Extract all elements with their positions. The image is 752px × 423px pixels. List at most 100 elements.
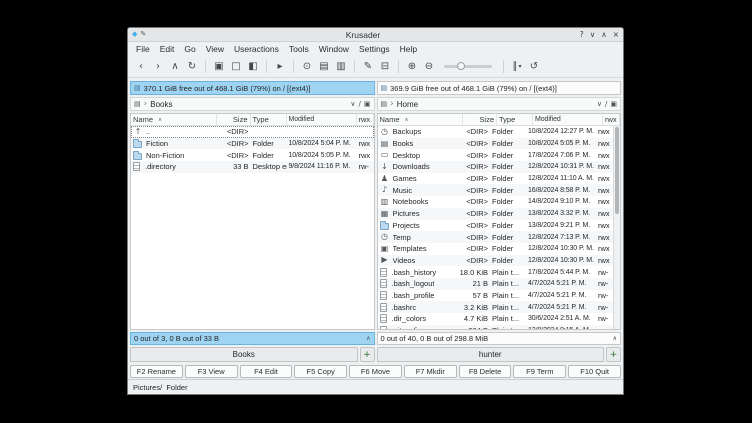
file-row[interactable]: .bashrc3.2 KiBPlain t...4/7/2024 5:21 P.… bbox=[378, 301, 614, 313]
new-tab-button[interactable] bbox=[606, 347, 621, 362]
copy-icon[interactable]: ▤ bbox=[316, 58, 332, 75]
menu-settings[interactable]: Settings bbox=[354, 44, 395, 54]
column-header-size[interactable]: Size bbox=[217, 114, 251, 125]
left-info-bar[interactable]: 370.1 GiB free out of 468.1 GiB (79%) on… bbox=[130, 81, 375, 95]
file-row[interactable]: .bash_logout21 BPlain t...4/7/2024 5:21 … bbox=[378, 278, 614, 290]
f6-button[interactable]: F6 Move bbox=[349, 365, 402, 378]
trash-icon[interactable]: ⊟ bbox=[377, 58, 393, 75]
file-row[interactable]: Non-Fiction<DIR>Folder10/8/2024 5:05 P. … bbox=[131, 149, 374, 161]
new-tab-button[interactable] bbox=[360, 347, 375, 362]
column-header-type[interactable]: Type bbox=[497, 114, 533, 125]
column-header-size[interactable]: Size bbox=[463, 114, 497, 125]
menu-go[interactable]: Go bbox=[179, 44, 200, 54]
slider-thumb[interactable] bbox=[457, 62, 465, 70]
file-row[interactable]: ▶Videos<DIR>Folder12/8/2024 10:30 P. M.r… bbox=[378, 255, 614, 267]
menu-useractions[interactable]: Useractions bbox=[229, 44, 284, 54]
file-name-cell: .dir_colors bbox=[378, 314, 457, 323]
column-header-rwx[interactable]: rwx bbox=[603, 114, 620, 125]
select-group-icon[interactable]: ▣ bbox=[211, 58, 227, 75]
zoom-out-icon[interactable]: ⊖ bbox=[421, 58, 437, 75]
f2-button[interactable]: F2 Rename bbox=[130, 365, 183, 378]
history-dropdown-icon[interactable] bbox=[350, 101, 355, 108]
pointer-icon[interactable]: ▸ bbox=[272, 58, 288, 75]
column-header-modified[interactable]: Modified bbox=[533, 114, 603, 125]
close-button[interactable]: × bbox=[613, 30, 619, 39]
file-rwx: rwx bbox=[596, 186, 613, 195]
file-row[interactable]: .dir_colors4.7 KiBPlain t...30/6/2024 2:… bbox=[378, 313, 614, 325]
menu-view[interactable]: View bbox=[201, 44, 229, 54]
totals-caret-icon[interactable] bbox=[613, 335, 617, 342]
tab-hunter[interactable]: hunter bbox=[377, 347, 605, 362]
column-header-rwx[interactable]: rwx bbox=[357, 114, 374, 125]
file-row[interactable]: Projects<DIR>Folder13/8/2024 9:21 P. M.r… bbox=[378, 220, 614, 232]
f5-button[interactable]: F5 Copy bbox=[294, 365, 347, 378]
file-row[interactable]: ▦Pictures<DIR>Folder13/8/2024 3:32 P. M.… bbox=[378, 208, 614, 220]
panel-popup-icon[interactable] bbox=[364, 101, 371, 108]
f8-button[interactable]: F8 Delete bbox=[459, 365, 512, 378]
find-icon[interactable]: ⊙ bbox=[299, 58, 315, 75]
file-type: Folder bbox=[490, 233, 526, 242]
duplicate-icon[interactable]: ▥ bbox=[333, 58, 349, 75]
scrollbar[interactable] bbox=[613, 126, 620, 329]
file-row[interactable]: Fiction<DIR>Folder10/8/2024 5:04 P. M.rw… bbox=[131, 138, 374, 150]
menu-tools[interactable]: Tools bbox=[284, 44, 314, 54]
help-button[interactable]: ? bbox=[580, 30, 584, 39]
tab-books[interactable]: Books bbox=[130, 347, 358, 362]
f10-button[interactable]: F10 Quit bbox=[568, 365, 621, 378]
totals-caret-icon[interactable] bbox=[366, 335, 370, 342]
column-header-type[interactable]: Type bbox=[251, 114, 287, 125]
forward-icon[interactable]: › bbox=[150, 58, 166, 75]
history-dropdown-icon[interactable] bbox=[597, 101, 602, 108]
file-row[interactable]: ▥Notebooks<DIR>Folder14/8/2024 9:10 P. M… bbox=[378, 196, 614, 208]
left-file-list[interactable]: ↑..<DIR>Fiction<DIR>Folder10/8/2024 5:04… bbox=[131, 126, 374, 329]
places-icon[interactable] bbox=[381, 101, 388, 108]
scrollbar-thumb[interactable] bbox=[615, 127, 619, 214]
right-breadcrumb-folder[interactable]: Home bbox=[397, 100, 418, 109]
places-icon[interactable] bbox=[134, 101, 141, 108]
file-row[interactable]: ◷Backups<DIR>Folder10/8/2024 12:27 P. M.… bbox=[378, 126, 614, 138]
f3-button[interactable]: F3 View bbox=[185, 365, 238, 378]
up-icon[interactable]: ∧ bbox=[167, 58, 183, 75]
right-info-bar[interactable]: 369.9 GiB free out of 468.1 GiB (79%) on… bbox=[377, 81, 622, 95]
f9-button[interactable]: F9 Term bbox=[513, 365, 566, 378]
file-row[interactable]: ↑..<DIR> bbox=[131, 126, 374, 138]
zoom-in-icon[interactable]: ⊕ bbox=[404, 58, 420, 75]
file-row[interactable]: .bash_profile57 BPlain t...4/7/2024 5:21… bbox=[378, 290, 614, 302]
reload-icon[interactable]: ↻ bbox=[184, 58, 200, 75]
invert-selection-icon[interactable]: ◧ bbox=[245, 58, 261, 75]
root-folder-icon[interactable] bbox=[359, 101, 361, 108]
f7-button[interactable]: F7 Mkdir bbox=[404, 365, 457, 378]
menu-window[interactable]: Window bbox=[314, 44, 354, 54]
file-row[interactable]: ▣Templates<DIR>Folder12/8/2024 10:30 P. … bbox=[378, 243, 614, 255]
file-row[interactable]: .directory33 BDesktop en...9/8/2024 11:1… bbox=[131, 161, 374, 173]
brush-icon[interactable]: ✎ bbox=[360, 58, 376, 75]
column-header-name[interactable]: Name∧ bbox=[378, 114, 464, 125]
root-folder-icon[interactable] bbox=[605, 101, 607, 108]
file-row[interactable]: .gitconfig204 BPlain t...12/8/2024 9:15 … bbox=[378, 325, 614, 329]
file-row[interactable]: ♟Games<DIR>Folder12/8/2024 11:10 A. M.rw… bbox=[378, 173, 614, 185]
file-row[interactable]: ▭Desktop<DIR>Folder17/8/2024 7:06 P. M.r… bbox=[378, 149, 614, 161]
menu-edit[interactable]: Edit bbox=[155, 44, 180, 54]
f4-button[interactable]: F4 Edit bbox=[240, 365, 293, 378]
minimize-button[interactable]: ∨ bbox=[590, 30, 596, 39]
file-name: .dir_colors bbox=[392, 314, 427, 323]
right-file-list[interactable]: ◷Backups<DIR>Folder10/8/2024 12:27 P. M.… bbox=[378, 126, 614, 329]
loop-icon[interactable]: ↺ bbox=[526, 58, 542, 75]
menu-help[interactable]: Help bbox=[395, 44, 422, 54]
maximize-button[interactable]: ∧ bbox=[601, 30, 607, 39]
pause-icon[interactable]: ∥▾ bbox=[509, 58, 525, 75]
column-header-modified[interactable]: Modified bbox=[287, 114, 357, 125]
left-breadcrumb-folder[interactable]: Books bbox=[150, 100, 172, 109]
back-icon[interactable]: ‹ bbox=[133, 58, 149, 75]
file-row[interactable]: ◷Temp<DIR>Folder12/8/2024 7:13 P. M.rwx bbox=[378, 231, 614, 243]
icon-zoom-slider[interactable] bbox=[444, 65, 492, 68]
file-row[interactable]: ♪Music<DIR>Folder16/8/2024 8:58 P. M.rwx bbox=[378, 184, 614, 196]
file-row[interactable]: ▤Books<DIR>Folder10/8/2024 5:05 P. M.rwx bbox=[378, 138, 614, 150]
file-row[interactable]: .bash_history18.0 KiBPlain t...17/8/2024… bbox=[378, 266, 614, 278]
title-bar[interactable]: Krusader ?∨∧× bbox=[128, 28, 623, 42]
menu-file[interactable]: File bbox=[131, 44, 155, 54]
panel-popup-icon[interactable] bbox=[610, 101, 617, 108]
file-row[interactable]: ↓Downloads<DIR>Folder12/8/2024 10:31 P. … bbox=[378, 161, 614, 173]
unselect-group-icon[interactable]: □ bbox=[228, 58, 244, 75]
column-header-name[interactable]: Name∧ bbox=[131, 114, 217, 125]
